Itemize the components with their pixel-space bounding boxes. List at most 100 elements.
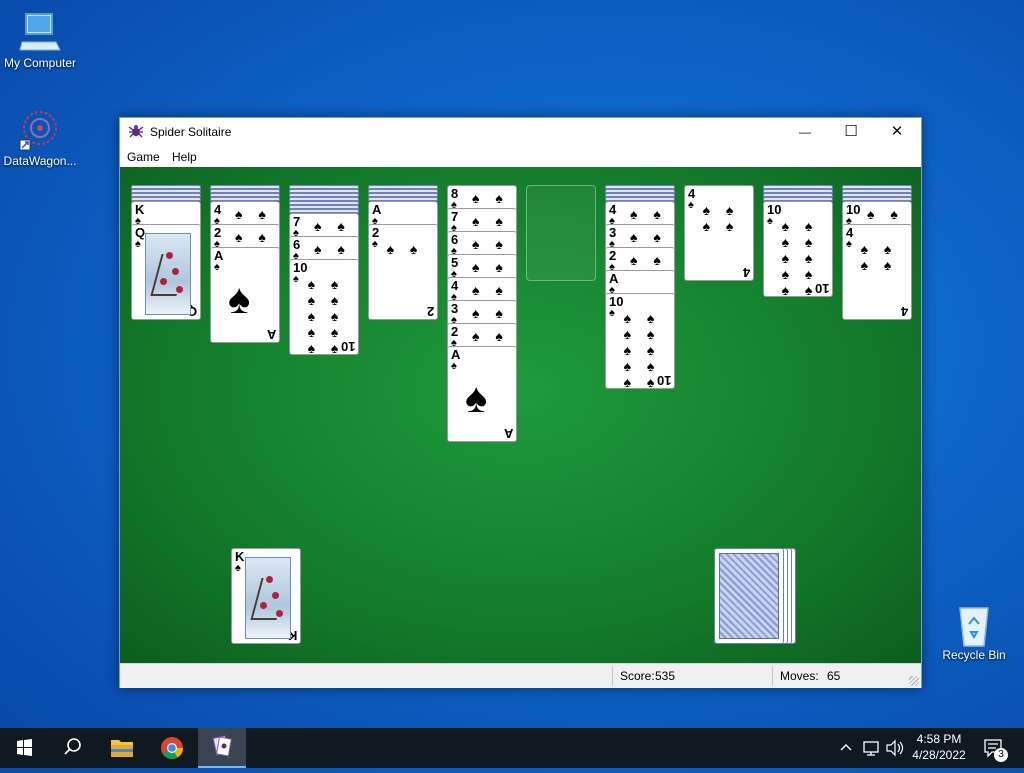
moves-label: Moves: — [780, 669, 819, 683]
datawagon-icon — [18, 108, 62, 152]
title-bar[interactable]: Spider Solitaire — ☐ ✕ — [120, 118, 921, 146]
close-button[interactable]: ✕ — [874, 118, 920, 146]
card-pips: ♠ ♠ — [472, 328, 509, 344]
completed-suit-pile[interactable]: K ♠ K — [231, 548, 301, 644]
notification-badge: 3 — [994, 748, 1008, 762]
card-pips: ♠ ♠ — [867, 206, 904, 222]
solitaire-icon — [212, 735, 232, 757]
berry-decoration — [272, 592, 279, 599]
spider-solitaire-window: Spider Solitaire — ☐ ✕ Game Help K ♠ Q ♠ Q 4 ♠… — [119, 117, 922, 688]
moves-value: 65 — [827, 669, 841, 683]
network-icon — [863, 741, 879, 756]
spade-icon: ♠ — [235, 562, 241, 574]
spade-icon: ♠ — [465, 374, 488, 421]
search-button[interactable] — [48, 728, 96, 768]
spade-icon: ♠ — [228, 275, 251, 322]
windows-icon — [17, 739, 32, 756]
card-pips: ♠ ♠ — [472, 282, 509, 298]
playing-card[interactable]: 10 ♠ 10 ♠ ♠ ♠ ♠ ♠ ♠ ♠ ♠ ♠ ♠ — [605, 293, 675, 389]
card-pips: ♠ ♠ — [314, 218, 351, 234]
card-pips: ♠ ♠ — [386, 241, 424, 257]
card-pips: ♠ ♠ ♠ ♠ ♠ ♠ ♠ ♠ ♠ ♠ — [307, 276, 345, 355]
card-rank-bottom: 2 — [426, 304, 434, 319]
score-label: Score: — [620, 669, 655, 683]
spade-icon: ♠ — [451, 360, 457, 372]
network-tray-button[interactable] — [860, 728, 882, 768]
speaker-icon — [886, 739, 904, 757]
card-rank-bottom: A — [503, 426, 513, 441]
playing-card[interactable]: 4 ♠ 4 ♠ ♠ ♠ ♠ — [684, 185, 754, 281]
card-pips: ♠ ♠ — [235, 229, 272, 245]
maximize-button[interactable]: ☐ — [828, 118, 874, 146]
playing-card[interactable]: Q ♠ Q — [131, 224, 201, 320]
menu-help[interactable]: Help — [172, 150, 197, 164]
action-center-button[interactable]: 3 — [980, 728, 1010, 768]
spade-icon: ♠ — [372, 238, 378, 250]
chrome-button[interactable] — [148, 728, 196, 768]
spade-icon: ♠ — [846, 238, 852, 250]
minimize-button[interactable]: — — [782, 118, 828, 146]
card-rank-bottom: 4 — [742, 265, 750, 280]
stock-pile[interactable] — [714, 548, 784, 644]
spade-icon: ♠ — [688, 199, 694, 211]
empty-column-slot[interactable] — [526, 185, 596, 281]
desktop-icon-recycle-bin[interactable]: Recycle Bin — [934, 602, 1014, 662]
berry-decoration — [276, 610, 283, 617]
card-pips: ♠ ♠ — [235, 206, 272, 222]
card-pips: ♠ ♠ — [630, 252, 667, 268]
show-hidden-icons[interactable] — [838, 728, 854, 768]
berry-decoration — [260, 602, 267, 609]
card-pips: ♠ ♠ ♠ ♠ — [702, 202, 740, 234]
card-pips: ♠ ♠ — [472, 259, 509, 275]
card-pips: ♠ ♠ — [472, 213, 509, 229]
card-pips: ♠ ♠ — [630, 206, 667, 222]
card-pips: ♠ ♠ ♠ ♠ — [860, 241, 898, 273]
menu-bar: Game Help — [120, 146, 921, 167]
playing-card[interactable]: 2 ♠ 2 ♠ ♠ — [368, 224, 438, 320]
score-value: 535 — [655, 669, 676, 683]
volume-tray-button[interactable] — [884, 728, 906, 768]
card-pips: ♠ ♠ — [472, 305, 509, 321]
playing-card[interactable]: 10 ♠ 10 ♠ ♠ ♠ ♠ ♠ ♠ ♠ ♠ ♠ ♠ — [763, 201, 833, 297]
desktop-icon-label: DataWagon... — [3, 154, 77, 168]
recycle-bin-icon — [952, 602, 996, 647]
game-board: K ♠ Q ♠ Q 4 ♠ ♠ ♠ 2 ♠ ♠ ♠ A ♠ A ♠ 7 ♠ ♠ ♠ 6 ♠ ♠ ♠ 10 ♠ 10 ♠ ♠ ♠ … — [120, 167, 921, 663]
card-rank-bottom: A — [266, 327, 276, 342]
notification-icon — [984, 739, 1002, 758]
playing-card[interactable]: 10 ♠ 10 ♠ ♠ ♠ ♠ ♠ ♠ ♠ ♠ ♠ ♠ — [289, 259, 359, 355]
card-pips: ♠ ♠ ♠ ♠ ♠ ♠ ♠ ♠ ♠ ♠ — [781, 218, 819, 297]
search-icon — [64, 738, 81, 755]
resize-grip[interactable] — [909, 676, 919, 686]
status-bar: Score: 535 Moves: 65 — [120, 663, 921, 688]
desktop-icon-datawagon[interactable]: DataWagon... — [0, 108, 80, 168]
spade-icon: ♠ — [135, 238, 141, 250]
desktop-icon-my-computer[interactable]: My Computer — [0, 10, 80, 70]
spider-icon — [128, 123, 144, 139]
playing-card[interactable]: A ♠ A ♠ — [447, 346, 517, 442]
computer-icon — [18, 10, 62, 54]
queen-card-art — [145, 233, 191, 315]
berry-decoration — [166, 252, 173, 259]
card-pips: ♠ ♠ — [472, 190, 509, 206]
card-pips: ♠ ♠ — [472, 236, 509, 252]
chrome-icon — [161, 737, 183, 759]
spade-icon: ♠ — [293, 273, 299, 285]
king-card-art — [245, 557, 291, 639]
berry-decoration — [160, 278, 167, 285]
folder-icon — [111, 740, 133, 757]
chevron-up-icon — [840, 744, 852, 751]
clock[interactable]: 4:58 PM 4/28/2022 — [908, 728, 970, 768]
clock-date: 4/28/2022 — [912, 748, 966, 762]
desktop-icon-label: My Computer — [3, 56, 77, 70]
taskbar: 4:58 PM 4/28/2022 3 — [0, 728, 1024, 768]
clock-time: 4:58 PM — [916, 732, 962, 746]
playing-card[interactable]: 4 ♠ 4 ♠ ♠ ♠ ♠ — [842, 224, 912, 320]
berry-decoration — [266, 576, 273, 583]
playing-card[interactable]: A ♠ A ♠ — [210, 247, 280, 343]
file-explorer-button[interactable] — [98, 728, 146, 768]
solitaire-taskbar-button[interactable] — [198, 728, 246, 768]
start-button[interactable] — [0, 728, 48, 768]
menu-game[interactable]: Game — [127, 150, 160, 164]
card-pips: ♠ ♠ — [630, 229, 667, 245]
spade-icon: ♠ — [214, 261, 220, 273]
